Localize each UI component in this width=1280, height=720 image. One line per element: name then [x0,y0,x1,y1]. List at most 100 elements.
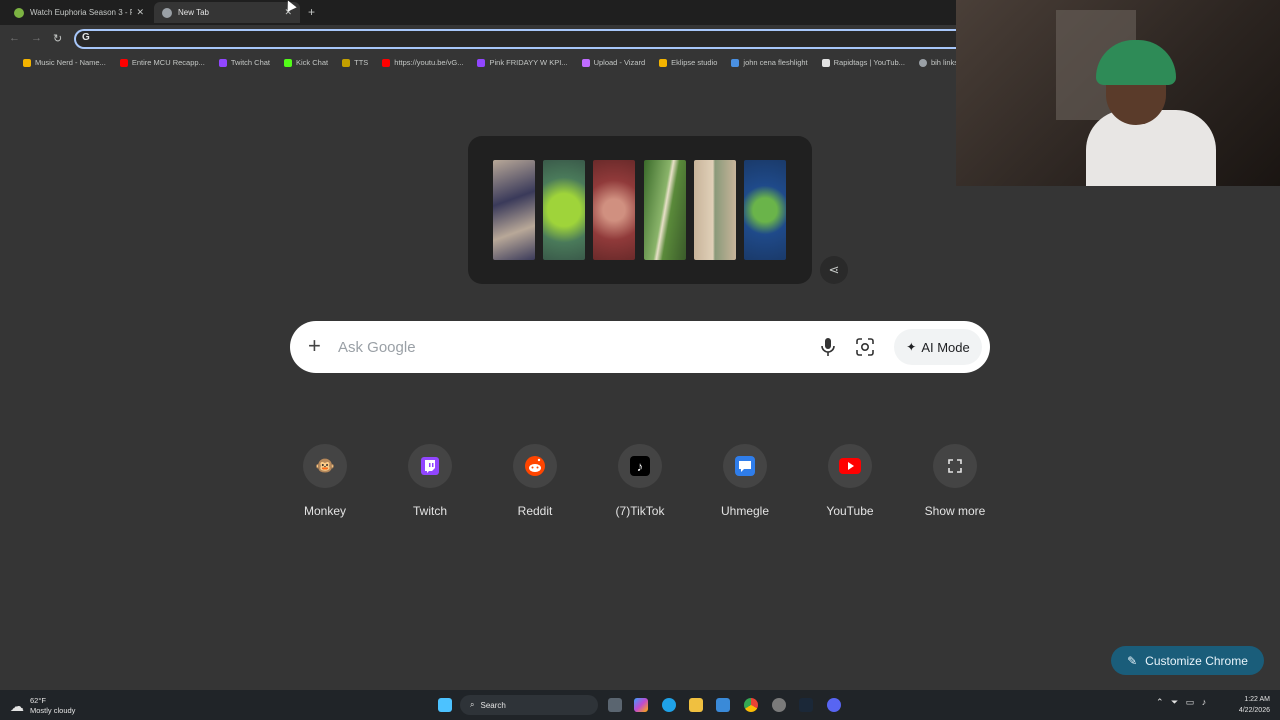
new-tab-button[interactable]: + [308,5,315,19]
shortcut-tile: 🐵 [303,444,347,488]
bookmark-label: Entire MCU Recapp... [131,58,205,67]
bookmark-label: Rapidtags | YouTub... [833,58,905,67]
google-lens-icon[interactable] [855,337,875,357]
shortcut-tile [933,444,977,488]
copilot-icon[interactable] [634,698,648,712]
sparkle-search-icon: ✦ [906,340,917,354]
ai-mode-button[interactable]: ✦ AI Mode [894,329,982,365]
customize-chrome-label: Customize Chrome [1145,653,1248,668]
bookmarks-bar: Music Nerd - Name... Entire MCU Recapp..… [0,53,959,72]
bookmark-item[interactable]: Rapidtags | YouTub... [821,58,905,67]
bookmark-item[interactable]: john cena fleshlight [731,58,808,67]
bookmark-label: https://youtu.be/vG... [394,58,464,67]
bookmark-item[interactable]: https://youtu.be/vG... [382,58,463,67]
bookmark-icon [731,58,740,67]
youtube-icon [382,58,391,67]
weather-widget[interactable]: ☁ 62°F Mostly cloudy [10,696,75,716]
discord-icon[interactable] [827,698,841,712]
tts-icon [342,58,351,67]
bookmark-icon [23,58,31,67]
twitch-icon [477,58,486,67]
bookmark-item[interactable]: Music Nerd - Name... [23,58,106,67]
address-bar[interactable]: G [74,29,956,49]
shortcut-show-more[interactable]: Show more [910,444,1000,518]
uhmegle-icon [735,456,755,476]
search-box: + ✦ AI Mode [290,321,990,373]
bookmark-item[interactable]: Upload - Vizard [581,58,645,67]
system-tray-icons[interactable]: ⌃ ⏷ ▭ ♪ [1156,697,1206,708]
cloudy-weather-icon: ☁ [10,697,24,714]
clock-date: 4/22/2026 [1238,707,1270,714]
search-input[interactable] [338,335,798,359]
webcam-person-shirt [1086,110,1216,186]
google-doodle[interactable] [468,136,812,284]
shortcut-tile [828,444,872,488]
add-plus-icon[interactable]: + [308,332,321,360]
shortcut-youtube[interactable]: YouTube [805,444,895,518]
bookmark-item[interactable]: Pink FRIDAYY W KPI... [477,58,568,67]
shortcut-tiktok[interactable]: ♪ (7)TikTok [595,444,685,518]
shortcut-monkey[interactable]: 🐵 Monkey [280,444,370,518]
forward-icon[interactable]: → [31,32,42,44]
bookmark-item[interactable]: TTS [342,58,368,67]
steam-icon[interactable] [799,698,813,712]
bookmark-label: Pink FRIDAYY W KPI... [489,58,568,67]
microphone-icon[interactable] [818,336,838,358]
bookmark-label: bih links [930,58,959,67]
file-explorer-icon[interactable] [689,698,703,712]
taskbar-search-label: Search [480,700,506,710]
bookmark-label: Twitch Chat [230,58,270,67]
vizard-icon [581,58,590,67]
bookmark-label: Eklipse studio [671,58,718,67]
shortcut-label: (7)TikTok [615,504,665,518]
chrome-icon[interactable] [744,698,758,712]
bookmark-item[interactable]: Eklipse studio [659,58,717,67]
android-favicon-icon [14,7,24,18]
shortcut-label: Twitch [412,504,447,518]
tab-title: New Tab [178,8,209,17]
kick-icon [284,58,292,67]
reload-icon[interactable]: ↻ [53,32,62,45]
shortcut-tile: ♪ [618,444,662,488]
clock-time: 1:22 AM [1244,696,1270,703]
tab-euphoria[interactable]: Watch Euphoria Season 3 - Fre ✕ [6,2,152,23]
app-icon[interactable] [772,698,786,712]
doodle-strip [694,160,736,260]
taskbar-search[interactable]: ⌕ Search [460,695,598,715]
eklipse-icon [659,58,668,67]
bookmark-item[interactable]: Twitch Chat [218,58,270,67]
shortcut-uhmegle[interactable]: Uhmegle [700,444,790,518]
shortcut-label: Reddit [517,504,553,518]
share-icon[interactable]: ⋖ [820,256,848,284]
bookmark-item[interactable]: Entire MCU Recapp... [119,58,205,67]
twitch-icon [421,457,439,475]
windows-start-icon[interactable] [438,698,452,712]
shortcut-reddit[interactable]: Reddit [490,444,580,518]
bookmark-label: Music Nerd - Name... [35,58,106,67]
twitch-icon [218,58,227,67]
weather-temp: 62°F [30,696,46,705]
doodle-strip [493,160,535,260]
task-view-icon[interactable] [608,698,622,712]
tab-new-tab[interactable]: New Tab ✕ [154,2,300,23]
edge-icon[interactable] [662,698,676,712]
apps-grid-icon[interactable] [8,58,9,67]
chrome-favicon-icon [162,7,172,18]
search-icon: ⌕ [470,700,475,709]
bookmark-label: TTS [354,58,369,67]
ai-mode-label: AI Mode [921,339,970,355]
back-icon[interactable]: ← [9,32,20,44]
customize-chrome-button[interactable]: ✎ Customize Chrome [1111,646,1264,675]
clock[interactable]: 1:22 AM 4/22/2026 [1226,694,1270,716]
shortcut-tile [408,444,452,488]
doodle-strip [644,160,686,260]
shortcut-twitch[interactable]: Twitch [385,444,475,518]
expand-icon [948,459,962,473]
store-icon[interactable] [716,698,730,712]
close-tab-icon[interactable]: ✕ [136,7,144,18]
doodle-strip [543,160,585,260]
shortcut-label: Show more [924,504,986,518]
bookmark-item[interactable]: Kick Chat [284,58,328,67]
bookmark-label: Kick Chat [296,58,329,67]
bookmark-item[interactable]: bih links [918,58,959,67]
